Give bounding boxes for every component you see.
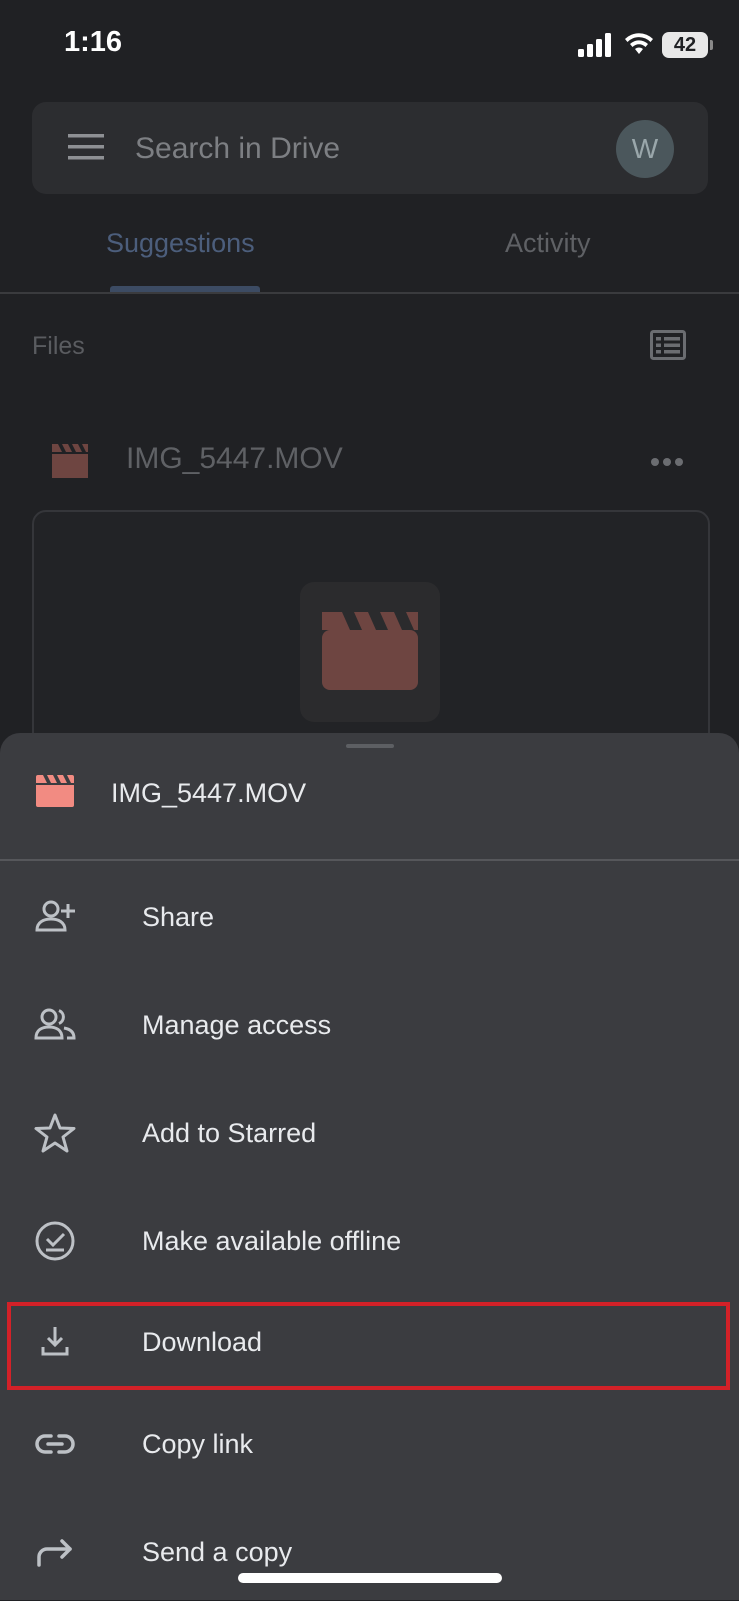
- divider: [0, 859, 739, 861]
- battery-icon: 42: [662, 32, 708, 58]
- menu-item-label: Manage access: [142, 1010, 332, 1040]
- sheet-file-name: IMG_5447.MOV: [111, 778, 307, 808]
- menu-item-label: Add to Starred: [142, 1118, 317, 1148]
- battery-tip: [710, 40, 713, 50]
- menu-item-make-available-offline[interactable]: Make available offline: [0, 1190, 739, 1290]
- menu-item-share[interactable]: Share: [0, 866, 739, 966]
- menu-item-send-a-copy[interactable]: Send a copy: [0, 1501, 739, 1601]
- people-icon: [34, 1004, 76, 1046]
- menu-item-label: Send a copy: [142, 1537, 293, 1567]
- menu-item-manage-access[interactable]: Manage access: [0, 974, 739, 1074]
- download-highlight-box: [7, 1302, 730, 1390]
- tab-suggestions[interactable]: Suggestions: [106, 228, 255, 259]
- person-add-icon: [34, 896, 76, 938]
- link-icon: [34, 1423, 76, 1465]
- status-bar: 1:16 42: [0, 0, 739, 92]
- search-input[interactable]: Search in Drive: [135, 132, 340, 166]
- menu-item-copy-link[interactable]: Copy link: [0, 1393, 739, 1493]
- sheet-header: IMG_5447.MOV: [0, 753, 739, 841]
- menu-item-label: Share: [142, 902, 215, 932]
- video-clapper-icon: [36, 775, 74, 812]
- more-options-icon[interactable]: [650, 454, 684, 472]
- cellular-signal-icon: [578, 33, 614, 62]
- video-clapper-icon: [320, 608, 420, 697]
- video-clapper-icon: [50, 444, 90, 483]
- menu-item-label: Make available offline: [142, 1226, 402, 1256]
- hamburger-menu-icon[interactable]: [68, 134, 104, 165]
- menu-item-add-to-starred[interactable]: Add to Starred: [0, 1082, 739, 1182]
- wifi-icon: [624, 32, 654, 61]
- status-time: 1:16: [64, 26, 123, 58]
- send-copy-icon: [34, 1531, 76, 1573]
- home-indicator[interactable]: [238, 1573, 502, 1583]
- sheet-drag-handle[interactable]: [346, 744, 394, 748]
- tab-activity[interactable]: Activity: [505, 228, 591, 259]
- file-thumbnail: [300, 582, 440, 722]
- list-view-icon[interactable]: [650, 330, 686, 365]
- file-name: IMG_5447.MOV: [126, 442, 343, 475]
- avatar[interactable]: W: [616, 120, 674, 178]
- menu-item-label: Copy link: [142, 1429, 254, 1459]
- star-icon: [34, 1112, 76, 1154]
- file-row[interactable]: IMG_5447.MOV: [0, 430, 739, 490]
- tab-bar: Suggestions Activity: [0, 204, 739, 294]
- search-bar[interactable]: Search in Drive W: [32, 102, 708, 194]
- active-tab-indicator: [110, 286, 260, 292]
- files-section-label: Files: [32, 332, 85, 360]
- offline-icon: [34, 1220, 76, 1262]
